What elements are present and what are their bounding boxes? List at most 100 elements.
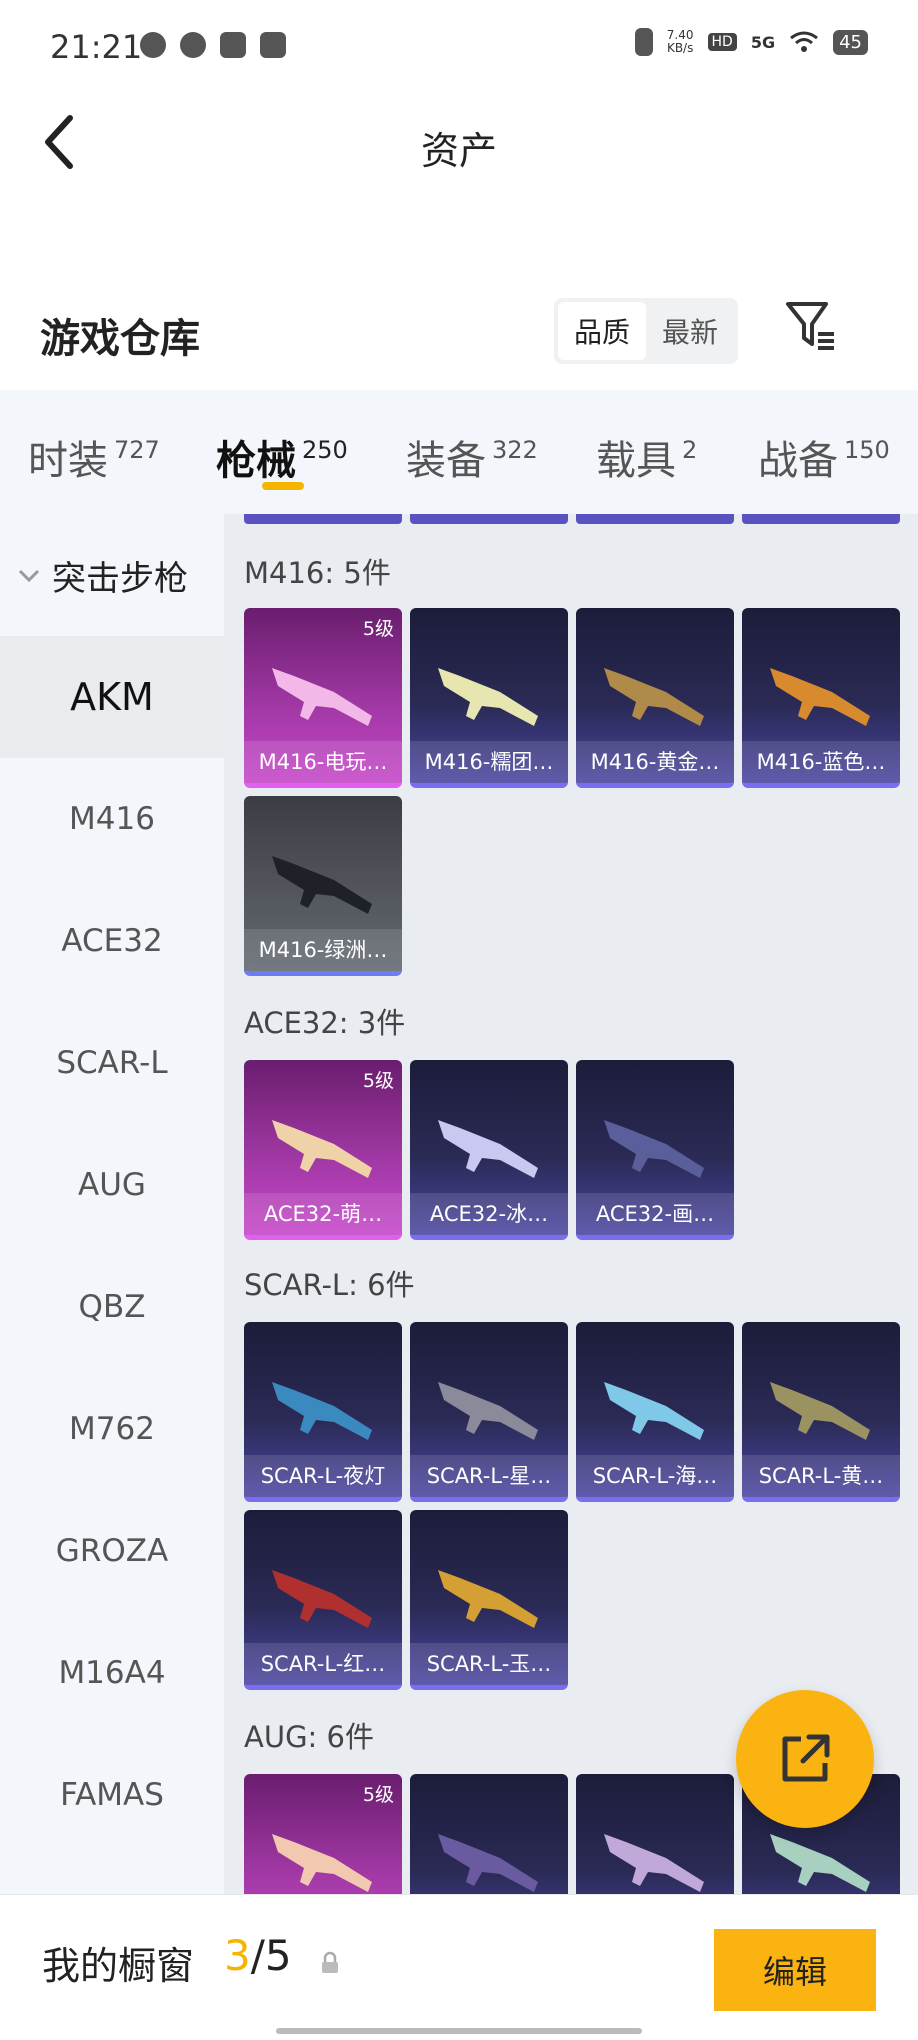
tab-label: 载具 bbox=[596, 438, 676, 484]
sidebar-item-m16a4[interactable]: M16A4 bbox=[0, 1612, 224, 1734]
tab-label: 战备 bbox=[758, 438, 838, 484]
hd-badge: HD bbox=[707, 33, 737, 51]
weapon-card[interactable]: M416-绿洲… bbox=[244, 796, 402, 976]
rifle-icon bbox=[770, 668, 870, 726]
category-tabs: 时装 727 枪械 250 装备 322 载具 2 战备 150 bbox=[0, 390, 918, 514]
rifle-icon bbox=[272, 856, 372, 914]
sidebar-item-m416[interactable]: M416 bbox=[0, 758, 224, 880]
tab-label: 装备 bbox=[406, 438, 486, 484]
wechat-icon bbox=[140, 32, 166, 58]
home-indicator[interactable] bbox=[276, 2028, 642, 2034]
active-tab-indicator bbox=[262, 482, 304, 490]
grade-badge: 5级 bbox=[362, 618, 394, 640]
network-speed: 7.40 KB/s bbox=[667, 29, 694, 55]
weapon-card[interactable] bbox=[576, 1774, 734, 1894]
tab-vehicles[interactable]: 载具 2 bbox=[596, 390, 697, 486]
rifle-icon bbox=[272, 1120, 372, 1178]
weapon-card[interactable]: 5级 M416-电玩… bbox=[244, 608, 402, 788]
sidebar-item-akm[interactable]: AKM bbox=[0, 636, 224, 758]
rifle-icon bbox=[604, 1834, 704, 1892]
tab-firearms[interactable]: 枪械 250 bbox=[216, 390, 348, 486]
section-title: SCAR-L: 6件 bbox=[244, 1268, 415, 1302]
weapon-card[interactable]: ACE32-冰… bbox=[410, 1060, 568, 1240]
vibrate-icon bbox=[634, 28, 653, 56]
weapon-card[interactable]: M416-糯团… bbox=[410, 608, 568, 788]
showcase-current: 3 bbox=[224, 1931, 251, 1980]
weapon-card[interactable]: SCAR-L-星… bbox=[410, 1322, 568, 1502]
weapon-card[interactable]: M416-黄金… bbox=[576, 608, 734, 788]
battery-icon: 45 bbox=[833, 29, 868, 55]
weapon-card[interactable]: 5级 bbox=[244, 1774, 402, 1894]
sort-toggle: 品质 最新 bbox=[554, 298, 738, 364]
showcase-count: 3/5 bbox=[224, 1931, 292, 1980]
tab-count: 322 bbox=[492, 436, 538, 464]
section-title: M416: 5件 bbox=[244, 556, 391, 590]
external-link-icon bbox=[782, 1734, 830, 1782]
rifle-icon bbox=[272, 668, 372, 726]
weapon-card[interactable]: 5级 ACE32-萌… bbox=[244, 1060, 402, 1240]
grade-badge: 5级 bbox=[362, 1070, 394, 1092]
weapon-name: ACE32-画… bbox=[576, 1193, 734, 1235]
weapon-name: M416-蓝色… bbox=[742, 741, 900, 783]
shield-icon bbox=[260, 32, 286, 58]
weapon-name: SCAR-L-黄… bbox=[742, 1455, 900, 1497]
card-edge bbox=[244, 514, 402, 524]
page-title: 资产 bbox=[420, 129, 497, 173]
sidebar-item-aug[interactable]: AUG bbox=[0, 1124, 224, 1246]
showcase-total: 5 bbox=[264, 1931, 292, 1980]
weapon-card[interactable] bbox=[410, 1774, 568, 1894]
section-title: ACE32: 3件 bbox=[244, 1006, 406, 1040]
weapon-name: SCAR-L-夜灯 bbox=[244, 1455, 402, 1497]
weapon-card[interactable]: SCAR-L-红… bbox=[244, 1510, 402, 1690]
weapon-card[interactable]: SCAR-L-玉… bbox=[410, 1510, 568, 1690]
tab-costume[interactable]: 时装 727 bbox=[28, 390, 160, 486]
sidebar-item-ace32[interactable]: ACE32 bbox=[0, 880, 224, 1002]
sort-quality-button[interactable]: 品质 bbox=[558, 302, 646, 360]
weapon-name: SCAR-L-红… bbox=[244, 1643, 402, 1685]
card-edge bbox=[576, 514, 734, 524]
sort-newest-button[interactable]: 最新 bbox=[646, 302, 734, 360]
rifle-icon bbox=[438, 1382, 538, 1440]
weapon-name: M416-绿洲… bbox=[244, 929, 402, 971]
weapon-name: SCAR-L-星… bbox=[410, 1455, 568, 1497]
rifle-icon bbox=[604, 1120, 704, 1178]
weapon-type-sidebar: 突击步枪 AKM M416 ACE32 SCAR-L AUG QBZ M762 … bbox=[0, 514, 224, 1894]
tab-label: 时装 bbox=[28, 438, 108, 484]
weapon-name: SCAR-L-海… bbox=[576, 1455, 734, 1497]
network-type: 5G bbox=[750, 32, 776, 52]
grade-badge: 5级 bbox=[362, 1784, 394, 1806]
tab-count: 2 bbox=[682, 436, 698, 464]
sidebar-item-groza[interactable]: GROZA bbox=[0, 1490, 224, 1612]
tab-supplies[interactable]: 战备 150 bbox=[758, 390, 890, 486]
rifle-icon bbox=[438, 1570, 538, 1628]
weapon-card[interactable]: SCAR-L-黄… bbox=[742, 1322, 900, 1502]
app-icon bbox=[180, 32, 206, 58]
system-icons: 7.40 KB/s HD 5G 45 bbox=[634, 28, 868, 56]
share-fab-button[interactable] bbox=[736, 1690, 874, 1828]
rifle-icon bbox=[438, 1120, 538, 1178]
message-icon bbox=[220, 32, 246, 58]
weapon-name: M416-糯团… bbox=[410, 741, 568, 783]
sidebar-group-assault-rifle[interactable]: 突击步枪 bbox=[0, 514, 224, 636]
sidebar-item-scar-l[interactable]: SCAR-L bbox=[0, 1002, 224, 1124]
weapon-card[interactable]: SCAR-L-海… bbox=[576, 1322, 734, 1502]
rifle-icon bbox=[604, 1382, 704, 1440]
sidebar-item-qbz[interactable]: QBZ bbox=[0, 1246, 224, 1368]
sidebar-item-m762[interactable]: M762 bbox=[0, 1368, 224, 1490]
notification-icons bbox=[140, 32, 286, 58]
edit-button[interactable]: 编辑 bbox=[714, 1929, 876, 2011]
weapon-name: M416-电玩… bbox=[244, 741, 402, 783]
warehouse-title: 游戏仓库 bbox=[40, 316, 200, 362]
chevron-down-icon bbox=[18, 569, 40, 583]
rifle-icon bbox=[604, 668, 704, 726]
sidebar-item-famas[interactable]: FAMAS bbox=[0, 1734, 224, 1856]
weapon-card[interactable]: SCAR-L-夜灯 bbox=[244, 1322, 402, 1502]
weapon-card[interactable]: M416-蓝色… bbox=[742, 608, 900, 788]
weapon-name: SCAR-L-玉… bbox=[410, 1643, 568, 1685]
wifi-icon bbox=[790, 31, 819, 52]
status-bar: 21:21 7.40 KB/s HD 5G 45 bbox=[0, 0, 918, 92]
tab-equipment[interactable]: 装备 322 bbox=[406, 390, 538, 486]
weapon-card[interactable]: ACE32-画… bbox=[576, 1060, 734, 1240]
tab-count: 250 bbox=[302, 436, 348, 464]
filter-icon[interactable] bbox=[784, 298, 838, 354]
